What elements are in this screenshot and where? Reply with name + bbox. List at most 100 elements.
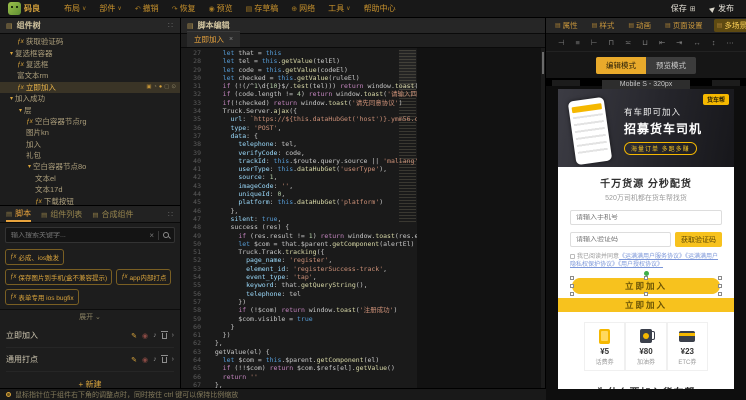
align-bottom-icon[interactable]: ⊔: [642, 38, 648, 47]
tab-composite[interactable]: ▤合成组件: [92, 206, 133, 222]
code-line[interactable]: 66 return '': [181, 373, 417, 381]
delete-icon[interactable]: [162, 357, 167, 363]
join-now-bar[interactable]: 立即加入: [558, 298, 734, 312]
code-line[interactable]: 54 event_type: 'tap',: [181, 273, 417, 281]
code-line[interactable]: 40 trackId: this.$route.query.source || …: [181, 157, 417, 165]
resize-handle-ne[interactable]: [718, 276, 722, 280]
script-tag-2[interactable]: ƒxapp内部打点: [116, 269, 171, 285]
code-line[interactable]: 42 source: 1,: [181, 173, 417, 181]
menu-draft[interactable]: ▤存草稿: [246, 3, 279, 14]
panel-drag-handle[interactable]: ∷: [168, 21, 174, 30]
hero-banner[interactable]: 货车帮 有车即可加入 招募货车司机 海量订单 多跑多赚: [558, 89, 734, 167]
align-left-icon[interactable]: ⊣: [558, 38, 565, 47]
publish-button[interactable]: ▶ 发布: [710, 3, 734, 14]
resize-handle-nw[interactable]: [570, 276, 574, 280]
resize-handle-w[interactable]: [570, 284, 574, 288]
close-icon[interactable]: ×: [229, 36, 233, 43]
script-tag-0[interactable]: ƒx必成、ios触发: [5, 249, 64, 265]
editor-scrollbar[interactable]: [541, 48, 545, 388]
align-right-icon[interactable]: ⊢: [591, 38, 598, 47]
expand-arrow-icon[interactable]: ▾: [8, 50, 15, 57]
code-line[interactable]: 27 let that = this: [181, 49, 417, 57]
panel-drag-handle[interactable]: ∷: [168, 210, 174, 219]
delete-icon[interactable]: [162, 333, 167, 339]
align-top-icon[interactable]: ⊓: [608, 38, 614, 47]
align-middle-icon[interactable]: ≍: [625, 38, 631, 47]
menu-layout[interactable]: 布局∨: [64, 3, 86, 14]
resize-handle-se[interactable]: [718, 292, 722, 296]
chevron-right-icon[interactable]: ›: [172, 356, 174, 363]
same-height-icon[interactable]: ↕: [712, 38, 716, 47]
visibility-icon[interactable]: ◉: [142, 332, 148, 340]
minimap[interactable]: [399, 50, 416, 222]
code-line[interactable]: 67 },: [181, 381, 417, 388]
code-line[interactable]: 31 if (!(/^1\d{10}$/.test(tel))) return …: [181, 82, 417, 90]
tab-component-list[interactable]: ▤组件列表: [41, 206, 82, 222]
sound-icon[interactable]: ♪: [153, 356, 157, 363]
tree-item-layer[interactable]: ▾层: [0, 104, 180, 115]
tree-item-gift[interactable]: 礼包: [0, 150, 180, 161]
tree-item-get-code[interactable]: ƒx获取验证码: [0, 36, 180, 47]
code-line[interactable]: 38 telephone: tel,: [181, 140, 417, 148]
agreement-checkbox[interactable]: [570, 254, 575, 259]
code-line[interactable]: 29 let code = this.getValue(codeEl): [181, 66, 417, 74]
more-icon[interactable]: ⋯: [726, 38, 734, 47]
search-icon[interactable]: [163, 232, 169, 238]
expand-arrow-icon[interactable]: ▾: [26, 163, 33, 170]
tree-item-text-17d[interactable]: 文本17d: [0, 184, 180, 195]
code-line[interactable]: 60 }: [181, 323, 417, 331]
get-code-button[interactable]: 获取验证码: [675, 232, 722, 247]
code-line[interactable]: 48 success (res) {: [181, 223, 417, 231]
editor-tab-join-now[interactable]: 立即加入 ×: [187, 31, 240, 47]
phone-input[interactable]: [576, 214, 716, 221]
code-line[interactable]: 62 },: [181, 339, 417, 347]
code-line[interactable]: 43 imageCode: '',: [181, 182, 417, 190]
code-line[interactable]: 37 data: {: [181, 132, 417, 140]
script-tag-3[interactable]: ƒx表单专用 ios bugfix: [5, 289, 79, 305]
tree-item-image-kn[interactable]: 图片kn: [0, 127, 180, 138]
tree-item-empty-node-rg[interactable]: ƒx空白容器节点rg: [0, 116, 180, 127]
distribute-v-icon[interactable]: ⇥: [676, 38, 682, 47]
same-width-icon[interactable]: ↔: [693, 38, 701, 47]
menu-network[interactable]: ⊕网络: [291, 3, 315, 14]
code-line[interactable]: 30 let checked = this.getValue(ruleEl): [181, 74, 417, 82]
code-line[interactable]: 50 let $com = that.$parent.getComponent(…: [181, 240, 417, 248]
code-line[interactable]: 65 if (!!$com) return $com.$refs[el].get…: [181, 364, 417, 372]
edit-icon[interactable]: ✎: [131, 332, 137, 340]
code-line[interactable]: 53 element_id: 'registerSuccess-track',: [181, 265, 417, 273]
code-line[interactable]: 35 url: `https://${this.dataHubGet('host…: [181, 115, 417, 123]
tree-item-join-now[interactable]: ƒx立即加入▣◔●▢⊙: [0, 82, 180, 93]
tree-item-checkbox-container[interactable]: ▾复选框容器: [0, 47, 180, 58]
tree-item-checkbox[interactable]: ƒx复选框: [0, 59, 180, 70]
code-line[interactable]: 58 if (!$com) return window.toast('注册成功'…: [181, 306, 417, 314]
code-line[interactable]: 57 }): [181, 298, 417, 306]
code-line[interactable]: 32 if (code.length != 4) return window.t…: [181, 90, 417, 98]
phone-page[interactable]: 货车帮 有车即可加入 招募货车司机 海量订单 多跑多赚 千万货源 分秒配货 52…: [558, 89, 734, 389]
resize-handle-e[interactable]: [718, 284, 722, 288]
code-lines[interactable]: 27 let that = this28 let tel = this.getV…: [181, 49, 417, 388]
code-line[interactable]: 63 getValue(el) {: [181, 348, 417, 356]
code-line[interactable]: 61 }): [181, 331, 417, 339]
tab-style[interactable]: ▤样式: [589, 19, 618, 32]
expand-arrow-icon[interactable]: ▾: [8, 95, 15, 102]
code-area[interactable]: 27 let that = this28 let tel = this.getV…: [181, 48, 545, 388]
code-line[interactable]: 44 uniqueId: 0,: [181, 190, 417, 198]
tree-item-join-success[interactable]: ▾加入成功: [0, 93, 180, 104]
expand-button[interactable]: 展开 ⌄: [0, 309, 180, 324]
menu-widgets[interactable]: 部件∨: [99, 3, 121, 14]
tab-props[interactable]: ▤属性: [552, 19, 581, 32]
expand-arrow-icon[interactable]: ▾: [17, 107, 24, 114]
resize-handle-s[interactable]: [644, 292, 648, 296]
menu-undo[interactable]: ↶撤销: [135, 3, 159, 14]
resize-handle-n[interactable]: [644, 276, 648, 280]
preview-mode-button[interactable]: 预览模式: [646, 57, 696, 74]
code-line[interactable]: 41 userType: this.dataHubGet('userType')…: [181, 165, 417, 173]
code-line[interactable]: 52 page_name: 'register',: [181, 256, 417, 264]
script-tag-1[interactable]: ƒx保存图片到手机(盒不兼容提示): [5, 269, 112, 285]
code-line[interactable]: 56 telephone: tel: [181, 290, 417, 298]
code-line[interactable]: 55 keyword: that.getQueryString(),: [181, 281, 417, 289]
search-input[interactable]: [11, 232, 145, 239]
code-line[interactable]: 28 let tel = this.getValue(telEl): [181, 57, 417, 65]
code-line[interactable]: 36 type: 'POST',: [181, 124, 417, 132]
tree-item-text-el[interactable]: 文本el: [0, 173, 180, 184]
